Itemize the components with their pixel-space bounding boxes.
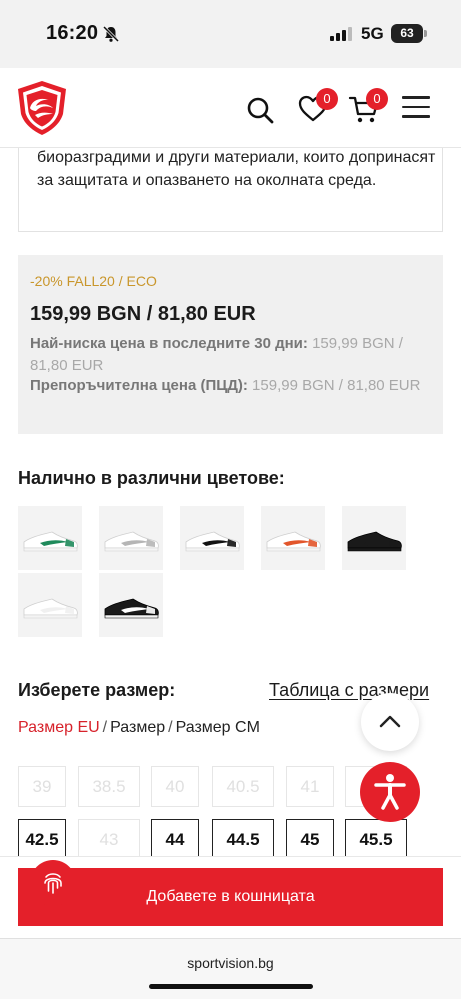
wishlist-count-badge: 0 — [316, 88, 338, 110]
size-system-cm[interactable]: Размер CM — [176, 719, 260, 736]
size-system-generic[interactable]: Размер — [110, 719, 165, 736]
recommended-price-label: Препоръчителна цена (ПЦД): — [30, 377, 248, 394]
size-title: Изберете размер: — [18, 680, 176, 700]
lowest-price-row: Най-ниска цена в последните 30 дни: 159,… — [30, 333, 435, 377]
color-swatch-white-grey[interactable] — [99, 506, 163, 570]
shoe-icon — [104, 531, 159, 552]
shoe-icon — [185, 531, 240, 552]
size-option[interactable]: 42.5 — [18, 819, 66, 860]
size-option[interactable]: 45 — [286, 819, 334, 860]
shoe-icon — [266, 531, 321, 552]
add-to-cart-button[interactable]: Добавете в кошницата — [18, 868, 443, 926]
signal-icon — [330, 27, 352, 41]
color-swatch-all-white[interactable] — [18, 573, 82, 637]
colors-title: Налично в различни цветове: — [18, 468, 285, 488]
color-swatch-all-black[interactable] — [342, 506, 406, 570]
shoe-icon — [23, 598, 78, 619]
url-text: sportvision.bg — [187, 955, 274, 971]
chevron-up-icon — [379, 715, 401, 728]
size-option: 40.5 — [212, 766, 274, 807]
status-bar: 16:20 5G 63 — [0, 0, 461, 68]
scroll-to-top-button[interactable] — [361, 693, 419, 751]
size-option[interactable]: 45.5 — [345, 819, 407, 860]
color-swatch-white-orange[interactable] — [261, 506, 325, 570]
recommended-price-row: Препоръчителна цена (ПЦД): 159,99 BGN / … — [30, 375, 435, 397]
size-system-selector: Размер EU / Размер / Размер CM — [18, 719, 260, 737]
shoe-icon — [23, 531, 78, 552]
size-option: 43 — [78, 819, 140, 860]
accessibility-icon — [374, 774, 406, 810]
color-swatch-black-white[interactable] — [99, 573, 163, 637]
eco-description-box: биоразградими и други материали, които д… — [18, 138, 443, 232]
color-swatch-white-black[interactable] — [180, 506, 244, 570]
accessibility-button[interactable] — [360, 762, 420, 822]
bell-off-icon — [102, 25, 120, 43]
recommended-price-value: 159,99 BGN / 81,80 EUR — [247, 377, 421, 394]
size-option: 39 — [18, 766, 66, 807]
browser-url-bar[interactable]: sportvision.bg — [0, 938, 461, 999]
shoe-icon — [104, 598, 159, 619]
shoe-icon — [347, 531, 402, 552]
color-swatch-white-green[interactable] — [18, 506, 82, 570]
size-option[interactable]: 44 — [151, 819, 199, 860]
network-label: 5G — [361, 24, 384, 43]
size-system-eu[interactable]: Размер EU — [18, 719, 100, 736]
fingerprint-button[interactable] — [30, 860, 76, 906]
size-option[interactable]: 44.5 — [212, 819, 274, 860]
home-indicator[interactable] — [149, 984, 313, 989]
status-time: 16:20 — [46, 22, 99, 44]
battery-icon: 63 — [391, 24, 423, 43]
search-icon[interactable] — [245, 95, 275, 125]
size-option: 40 — [151, 766, 199, 807]
fingerprint-icon — [44, 873, 62, 894]
sportvision-logo[interactable] — [16, 80, 68, 136]
promo-label: -20% FALL20 / ECO — [30, 273, 157, 289]
cart-count-badge: 0 — [366, 88, 388, 110]
size-option: 41 — [286, 766, 334, 807]
current-price: 159,99 BGN / 81,80 EUR — [30, 303, 256, 325]
hamburger-menu-icon[interactable] — [402, 96, 430, 118]
price-box: -20% FALL20 / ECO 159,99 BGN / 81,80 EUR… — [18, 255, 443, 434]
size-option: 38.5 — [78, 766, 140, 807]
size-system-separator: / — [168, 719, 173, 736]
battery-nub — [424, 30, 427, 37]
lowest-price-label: Най-ниска цена в последните 30 дни: — [30, 335, 308, 352]
size-system-separator: / — [102, 719, 108, 736]
eco-description: биоразградими и други материали, които д… — [37, 149, 436, 189]
site-header: 0 0 — [0, 68, 461, 148]
